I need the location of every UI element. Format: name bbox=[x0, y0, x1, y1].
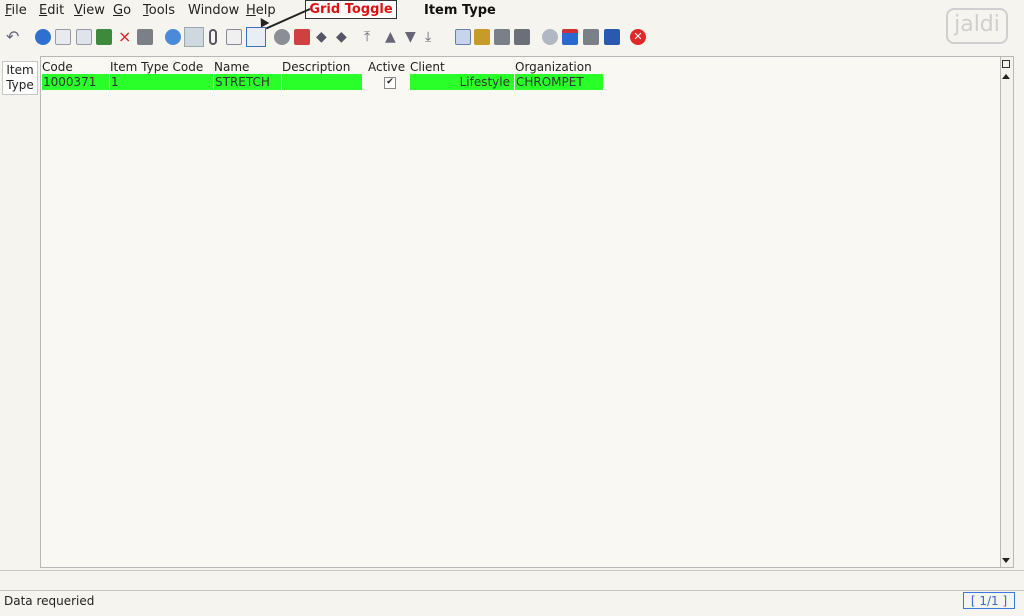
grid-panel: Code Item Type Code Name Description Act… bbox=[40, 56, 1014, 568]
copy-record-icon[interactable] bbox=[76, 29, 92, 45]
next-record-icon[interactable]: ▼ bbox=[405, 29, 417, 45]
cell-name[interactable]: STRETCH bbox=[214, 74, 281, 90]
parent-record-icon[interactable]: ◆ bbox=[316, 29, 328, 45]
cell-active-checkbox[interactable]: ✔ bbox=[384, 77, 396, 89]
bottom-strip bbox=[0, 570, 1024, 589]
print-icon[interactable] bbox=[514, 29, 530, 45]
print-preview-icon[interactable] bbox=[494, 29, 510, 45]
previous-record-icon[interactable]: ▲ bbox=[385, 29, 397, 45]
menu-go[interactable]: Go bbox=[113, 3, 131, 18]
chat-icon[interactable] bbox=[226, 29, 242, 45]
toolbar: ↶ × ◆ ◆ ⤒ ▲ ▼ ⤓ ✕ bbox=[0, 22, 1024, 56]
column-header-code[interactable]: Code bbox=[42, 60, 73, 74]
cell-code[interactable]: 1000371 bbox=[42, 74, 109, 90]
column-header-description[interactable]: Description bbox=[282, 60, 350, 74]
find-icon[interactable] bbox=[184, 27, 204, 47]
menu-view[interactable]: View bbox=[74, 3, 105, 18]
column-header-item-type-code[interactable]: Item Type Code bbox=[110, 60, 203, 74]
window-title: Item Type bbox=[424, 3, 496, 18]
save-icon[interactable] bbox=[137, 29, 153, 45]
refresh-icon[interactable] bbox=[165, 29, 181, 45]
column-header-active[interactable]: Active bbox=[368, 60, 405, 74]
close-window-icon[interactable]: ✕ bbox=[630, 29, 646, 45]
column-header-client[interactable]: Client bbox=[410, 60, 445, 74]
first-record-icon[interactable]: ⤒ bbox=[364, 29, 376, 45]
new-record-icon[interactable] bbox=[55, 29, 71, 45]
scroll-down-icon[interactable] bbox=[1002, 558, 1010, 563]
column-menu-icon[interactable] bbox=[1002, 60, 1010, 68]
help-icon[interactable] bbox=[35, 29, 51, 45]
cell-organization[interactable]: CHROMPET bbox=[515, 74, 603, 90]
menu-bar: File Edit View Go Tools Window Help Grid… bbox=[0, 0, 1024, 30]
cell-client[interactable]: Lifestyle bbox=[410, 74, 514, 90]
attachment-icon[interactable] bbox=[209, 29, 217, 45]
last-record-icon[interactable]: ⤓ bbox=[425, 29, 437, 45]
save-new-icon[interactable] bbox=[96, 29, 112, 45]
home-icon[interactable] bbox=[294, 29, 310, 45]
delete-icon[interactable]: × bbox=[118, 29, 131, 45]
detail-record-icon[interactable]: ◆ bbox=[336, 29, 348, 45]
cell-item-type-code[interactable]: 1 bbox=[110, 74, 213, 90]
column-header-organization[interactable]: Organization bbox=[515, 60, 592, 74]
record-count-button[interactable]: [ 1/1 ] bbox=[963, 592, 1015, 609]
menu-window[interactable]: Window bbox=[188, 3, 239, 18]
undo-icon[interactable]: ↶ bbox=[6, 29, 19, 45]
tab-item-type[interactable]: Item Type bbox=[2, 61, 38, 95]
menu-tools[interactable]: Tools bbox=[143, 3, 175, 18]
status-bar: Data requeried [ 1/1 ] bbox=[0, 590, 1024, 611]
grid-toggle-icon[interactable] bbox=[246, 27, 266, 47]
status-message: Data requeried bbox=[4, 594, 95, 608]
menu-help[interactable]: Help bbox=[246, 3, 276, 18]
workflow-icon[interactable] bbox=[562, 29, 578, 45]
archive-icon[interactable] bbox=[474, 29, 490, 45]
grid-toggle-callout: Grid Toggle bbox=[305, 0, 397, 19]
menu-edit[interactable]: Edit bbox=[39, 3, 64, 18]
vertical-scrollbar[interactable] bbox=[1000, 57, 1013, 567]
history-icon[interactable] bbox=[274, 29, 290, 45]
report-icon[interactable] bbox=[455, 29, 471, 45]
menu-file[interactable]: File bbox=[5, 3, 27, 18]
column-header-name[interactable]: Name bbox=[214, 60, 249, 74]
scroll-up-icon[interactable] bbox=[1002, 74, 1010, 79]
zoom-across-icon[interactable] bbox=[542, 29, 558, 45]
product-info-icon[interactable] bbox=[604, 29, 620, 45]
process-icon[interactable] bbox=[583, 29, 599, 45]
cell-description[interactable] bbox=[282, 74, 362, 90]
